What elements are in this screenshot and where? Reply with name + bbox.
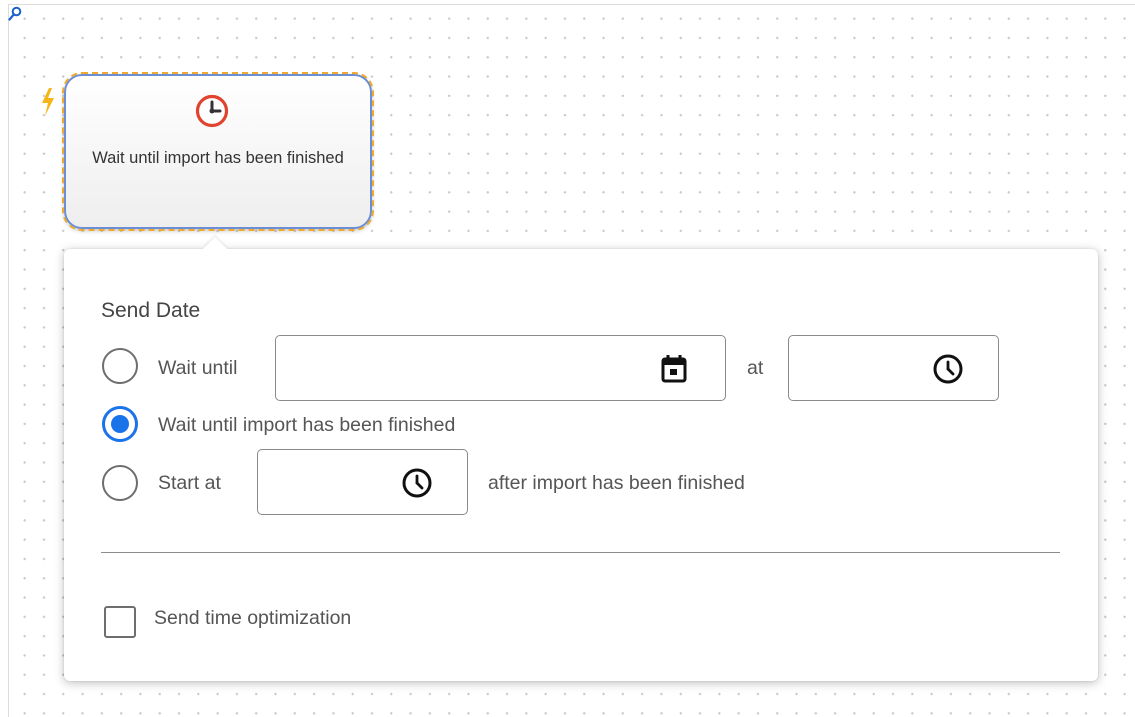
clock-icon[interactable]	[401, 467, 433, 499]
radio-wait-until-import-label[interactable]: Wait until import has been finished	[158, 413, 455, 437]
wait-until-time-field[interactable]	[788, 335, 999, 401]
radio-start-at-label[interactable]: Start at	[158, 471, 221, 495]
radio-wait-until-import[interactable]	[102, 406, 138, 442]
wait-step-node[interactable]: Wait until import has been finished	[62, 72, 374, 231]
wait-until-date-field[interactable]	[275, 335, 726, 401]
at-label: at	[747, 357, 764, 379]
send-time-optimization-label[interactable]: Send time optimization	[154, 606, 351, 630]
magnifier-icon[interactable]	[8, 6, 22, 22]
calendar-icon[interactable]	[659, 352, 689, 384]
radio-start-at[interactable]	[102, 465, 138, 501]
send-date-popover: Send Date Wait until at Wait until impor…	[64, 237, 1098, 681]
node-label: Wait until import has been finished	[92, 149, 344, 167]
section-title: Send Date	[101, 299, 201, 322]
popover-arrow	[203, 237, 227, 249]
lightning-bolt-icon	[42, 88, 54, 116]
divider	[101, 552, 1060, 553]
clock-icon[interactable]	[932, 353, 964, 385]
clock-icon	[195, 94, 229, 128]
radio-wait-until-label[interactable]: Wait until	[158, 356, 237, 380]
start-at-time-field[interactable]	[257, 449, 468, 515]
send-time-optimization-checkbox[interactable]	[104, 606, 136, 638]
after-import-label: after import has been finished	[488, 472, 745, 494]
radio-wait-until[interactable]	[102, 348, 138, 384]
